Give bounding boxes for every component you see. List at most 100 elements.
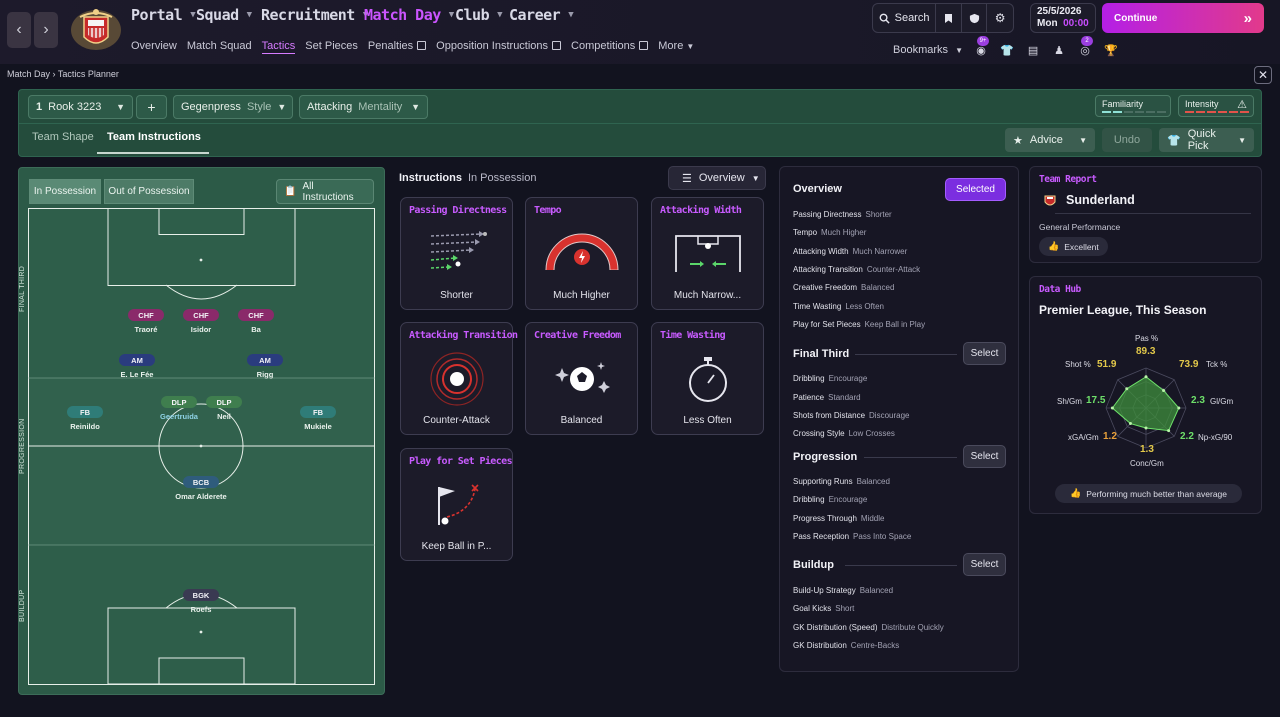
- close-button[interactable]: ✕: [1254, 66, 1272, 84]
- forward-button[interactable]: ›: [34, 12, 58, 48]
- add-tactic-button[interactable]: +: [136, 95, 167, 119]
- tab-team-shape[interactable]: Team Shape: [32, 131, 94, 143]
- advice-button[interactable]: ★ Advice ▼: [1005, 128, 1095, 152]
- out-of-possession-toggle[interactable]: Out of Possession: [104, 179, 194, 204]
- data-hub-panel[interactable]: Data Hub Premier League, This Season Pas…: [1029, 276, 1262, 514]
- summary-label: Performing much better than average: [1086, 488, 1228, 499]
- chevron-right-icon: ›: [43, 21, 49, 38]
- data-hub-title: Data Hub: [1039, 284, 1081, 295]
- submenu-overview[interactable]: Overview: [131, 40, 177, 54]
- inbox-bookmark[interactable]: 9+ ◉: [973, 36, 990, 58]
- final-third-select-button[interactable]: Select: [963, 342, 1006, 365]
- ov-row: Supporting Runs Balanced: [793, 477, 890, 486]
- radar-label: xGA/Gm: [1068, 433, 1099, 442]
- scout-bookmark[interactable]: 2 ◎: [1077, 36, 1094, 58]
- card-title: Play for Set Pieces: [409, 456, 513, 467]
- row-key: Tempo: [793, 228, 818, 237]
- chevron-down-icon: ▼: [686, 42, 695, 51]
- card-time-wasting[interactable]: Time Wasting Less Often: [651, 322, 764, 435]
- submenu-competitions[interactable]: Competitions: [571, 40, 649, 54]
- width-goal-icon: [675, 235, 741, 272]
- tactic-select[interactable]: 1 Rook 3223 ▼: [28, 95, 133, 119]
- document-bookmark[interactable]: ▤: [1025, 42, 1041, 58]
- search-icon: [879, 13, 890, 24]
- player-chip-rigg[interactable]: AM: [247, 354, 283, 366]
- card-play-for-set-pieces[interactable]: Play for Set Pieces Keep Ball in P...: [400, 448, 513, 561]
- bookmarks-bar: Bookmarks ▼ 9+ ◉ 👕 ▤ ♟ 2 ◎ 🏆: [893, 36, 1119, 58]
- familiarity-meter[interactable]: Familiarity: [1095, 95, 1171, 117]
- trophy-bookmark[interactable]: 🏆: [1103, 42, 1119, 58]
- submenu-match-squad[interactable]: Match Squad: [187, 40, 252, 54]
- intensity-meter[interactable]: Intensity ⚠: [1178, 95, 1254, 117]
- continue-button[interactable]: Continue »: [1102, 3, 1264, 33]
- card-passing-directness[interactable]: Passing Directness Shorter: [400, 197, 513, 310]
- bookmarks-label: Bookmarks: [893, 44, 949, 56]
- submenu-tactics[interactable]: Tactics: [261, 40, 296, 54]
- breadcrumb-current: Tactics Planner: [57, 69, 119, 79]
- radar-label: Gl/Gm: [1210, 397, 1234, 406]
- player-name: Ba: [251, 325, 261, 334]
- player-chip-isidor[interactable]: CHF: [183, 309, 219, 321]
- breadcrumb-root[interactable]: Match Day: [7, 69, 50, 79]
- player-chip-traore[interactable]: CHF: [128, 309, 164, 321]
- player-chip-ba[interactable]: CHF: [238, 309, 274, 321]
- target-icon: [430, 352, 484, 406]
- row-value: Encourage: [828, 374, 868, 383]
- player-chip-roefs[interactable]: BGK: [183, 589, 219, 601]
- card-tempo[interactable]: Tempo Much Higher: [525, 197, 638, 310]
- row-key: GK Distribution (Speed): [793, 623, 878, 632]
- bookmark-button[interactable]: [936, 4, 962, 32]
- main-menu-career[interactable]: Career ▼: [509, 6, 574, 24]
- team-report-panel[interactable]: Team Report Sunderland General Performan…: [1029, 166, 1262, 263]
- player-chip-alderete[interactable]: BCB: [183, 476, 219, 488]
- main-menu-club[interactable]: Club ▼: [455, 6, 503, 24]
- game-date-button[interactable]: 25/5/2026 Mon 00:00: [1030, 3, 1096, 33]
- advice-label: Advice: [1029, 134, 1063, 146]
- main-menu-portal[interactable]: Portal ▼: [131, 6, 196, 24]
- card-attacking-width[interactable]: Attacking Width Much Narrow...: [651, 197, 764, 310]
- familiarity-label: Familiarity: [1102, 99, 1144, 109]
- search-button[interactable]: Search: [873, 4, 937, 32]
- main-menu-squad[interactable]: Squad ▼: [196, 6, 252, 24]
- warning-icon: ⚠: [1237, 99, 1247, 111]
- back-button[interactable]: ‹: [7, 12, 31, 48]
- tab-team-instructions[interactable]: Team Instructions: [107, 131, 201, 143]
- team-name: Sunderland: [1066, 193, 1135, 207]
- buildup-select-button[interactable]: Select: [963, 553, 1006, 576]
- club-info-button[interactable]: [962, 4, 988, 32]
- all-instructions-button[interactable]: 📋 All Instructions: [276, 179, 374, 204]
- card-title: Attacking Transition: [409, 330, 518, 341]
- menu-label: Club: [455, 6, 490, 24]
- style-select[interactable]: Gegenpress Style ▼: [173, 95, 293, 119]
- progression-select-button[interactable]: Select: [963, 445, 1006, 468]
- submenu-more[interactable]: More ▼: [658, 40, 694, 54]
- shirt-bookmark[interactable]: 👕: [999, 42, 1015, 58]
- main-menu-match-day[interactable]: Match Day ▼: [364, 6, 454, 24]
- passing-arrows-icon: [430, 231, 487, 270]
- overview-selected-button[interactable]: Selected: [945, 178, 1006, 201]
- main-menu-recruitment[interactable]: Recruitment ▼: [261, 6, 368, 24]
- player-chip-le-fee[interactable]: AM: [119, 354, 155, 366]
- ball-sparkle-icon: [555, 362, 610, 393]
- settings-button[interactable]: ⚙: [987, 4, 1013, 32]
- undo-button[interactable]: Undo: [1102, 128, 1152, 152]
- radar-value: 1.2: [1103, 431, 1117, 442]
- submenu-opposition-instructions[interactable]: Opposition Instructions: [436, 40, 562, 54]
- player-chip-geertruida[interactable]: DLP: [161, 396, 197, 408]
- card-title: Time Wasting: [660, 330, 726, 341]
- mentality-select[interactable]: Attacking Mentality ▼: [299, 95, 428, 119]
- player-chip-neil[interactable]: DLP: [206, 396, 242, 408]
- player-chip-reinildo[interactable]: FB: [67, 406, 103, 418]
- instructions-view-select[interactable]: ☰ Overview ▼: [668, 166, 766, 190]
- bookmarks-dropdown[interactable]: Bookmarks ▼: [893, 44, 963, 56]
- club-crest-icon[interactable]: [70, 7, 122, 53]
- card-creative-freedom[interactable]: Creative Freedom Balanced: [525, 322, 638, 435]
- card-title: Passing Directness: [409, 205, 507, 216]
- training-bookmark[interactable]: ♟: [1051, 42, 1067, 58]
- submenu-penalties[interactable]: Penalties: [368, 40, 427, 54]
- player-chip-mukiele[interactable]: FB: [300, 406, 336, 418]
- quick-pick-button[interactable]: 👕 Quick Pick ▼: [1159, 128, 1254, 152]
- in-possession-toggle[interactable]: In Possession: [29, 179, 101, 204]
- card-attacking-transition[interactable]: Attacking Transition Counter-Attack: [400, 322, 518, 435]
- submenu-set-pieces[interactable]: Set Pieces: [305, 40, 358, 54]
